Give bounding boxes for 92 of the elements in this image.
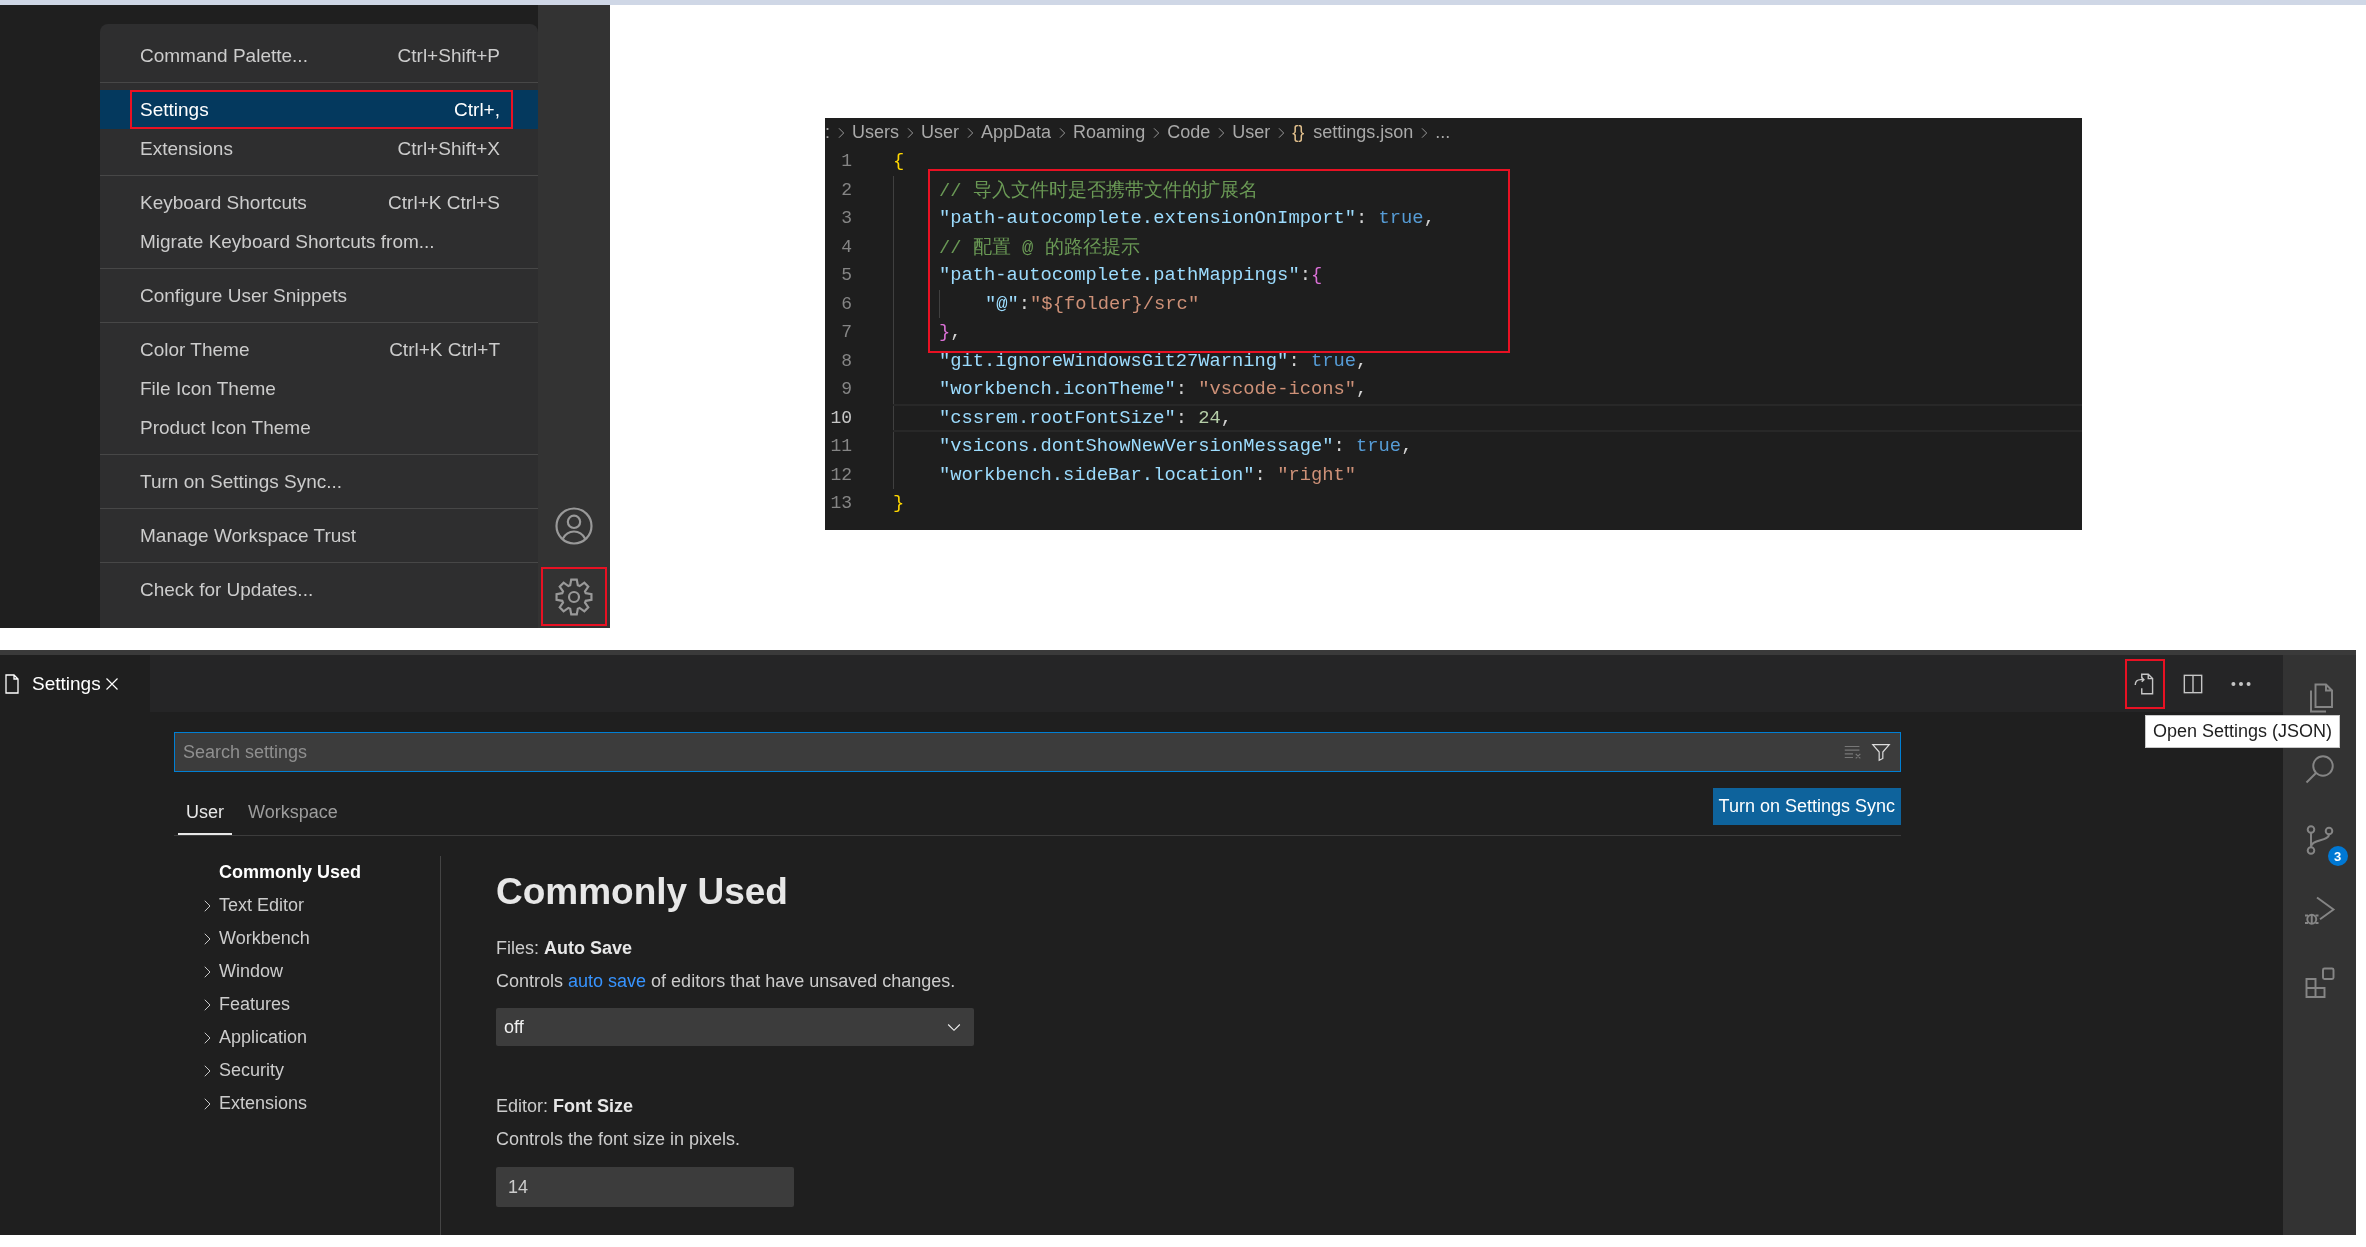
- search-input[interactable]: Search settings: [175, 740, 1842, 764]
- menu-item-label: Turn on Settings Sync...: [140, 470, 343, 493]
- toc-item[interactable]: Window: [219, 961, 284, 982]
- breadcrumb-item[interactable]: Roaming: [1073, 122, 1146, 143]
- menu-item[interactable]: Turn on Settings Sync...: [100, 462, 538, 501]
- toc-item[interactable]: Features: [219, 994, 291, 1015]
- shortcut-text: Ctrl+K Ctrl+S: [388, 191, 500, 214]
- shortcut-text: Ctrl+Shift+P: [397, 44, 500, 67]
- menu-item-label: Settings: [140, 98, 209, 121]
- line-number: 7: [840, 322, 852, 343]
- code-text: "cssrem.rootFontSize": 24,: [939, 406, 1233, 429]
- menu-item[interactable]: Color Theme Ctrl+K Ctrl+T: [100, 330, 538, 369]
- scope-tab[interactable]: User: [178, 802, 232, 835]
- setting-title: Files: Auto Save: [496, 937, 634, 960]
- menu-item[interactable]: Settings Ctrl+,: [100, 90, 538, 129]
- line-number: 1: [840, 151, 852, 172]
- menu-item-label: Product Icon Theme: [140, 416, 311, 439]
- toc-item[interactable]: Text Editor: [219, 895, 305, 916]
- scope-tab[interactable]: Workspace: [240, 802, 346, 835]
- breadcrumb-item[interactable]: AppData: [981, 122, 1052, 143]
- menu-item[interactable]: Manage Workspace Trust: [100, 516, 538, 555]
- toc-item[interactable]: Security: [219, 1060, 285, 1081]
- toc-item[interactable]: Application: [219, 1027, 308, 1048]
- code-text: "@":"${folder}/src": [985, 292, 1200, 315]
- gear-icon[interactable]: [554, 576, 594, 617]
- menu-item-label: Keyboard Shortcuts: [140, 191, 307, 214]
- breadcrumb-item[interactable]: :: [825, 122, 830, 143]
- menu-item-label: Migrate Keyboard Shortcuts from...: [140, 230, 435, 253]
- shortcut-text: Ctrl+Shift+X: [397, 137, 500, 160]
- menu-item-label: Extensions: [140, 137, 233, 160]
- line-number: 13: [829, 493, 852, 514]
- breadcrumb-item[interactable]: User: [1232, 122, 1271, 143]
- line-number: 4: [840, 236, 852, 257]
- setting-description: Controls auto save of editors that have unsaved changes.: [496, 970, 957, 993]
- dropdown[interactable]: off: [496, 1008, 974, 1046]
- input-field[interactable]: 14: [496, 1167, 794, 1207]
- code-text: "vsicons.dontShowNewVersionMessage": true,: [939, 435, 1413, 458]
- line-number: 5: [840, 265, 852, 286]
- setting-description: Controls the font size in pixels.: [496, 1128, 742, 1151]
- breadcrumb-item[interactable]: Code: [1167, 122, 1211, 143]
- menu-item[interactable]: Check for Updates...: [100, 570, 538, 609]
- shortcut-text: Ctrl+K Ctrl+T: [389, 338, 500, 361]
- menu-item[interactable]: Command Palette... Ctrl+Shift+P: [100, 36, 538, 75]
- menu-item[interactable]: File Icon Theme: [100, 369, 538, 408]
- breadcrumb-item[interactable]: User: [921, 122, 960, 143]
- menu-item-label: Configure User Snippets: [140, 284, 347, 307]
- setting-title: Editor: Font Size: [496, 1095, 635, 1118]
- shortcut-text: Ctrl+,: [454, 98, 500, 121]
- toc-item[interactable]: Commonly Used: [219, 862, 362, 883]
- code-text: },: [939, 321, 962, 344]
- link[interactable]: auto save: [568, 971, 647, 991]
- code-text: "git.ignoreWindowsGit27Warning": true,: [939, 349, 1368, 372]
- tooltip: Open Settings (JSON): [2145, 715, 2341, 748]
- json-braces-icon: {}: [1292, 122, 1305, 143]
- search-field[interactable]: Search settings: [174, 732, 1901, 772]
- editor-tab[interactable]: Settings: [0, 655, 150, 712]
- code-text: "path-autocomplete.pathMappings":{: [939, 264, 1323, 287]
- filter-icon[interactable]: [1870, 741, 1892, 763]
- menu-item[interactable]: Product Icon Theme: [100, 408, 538, 447]
- line-number: 8: [840, 350, 852, 371]
- code-text: // 配置 @ 的路径提示: [939, 235, 1140, 260]
- line-number: 10: [829, 407, 852, 428]
- toc-item[interactable]: Workbench: [219, 928, 310, 949]
- line-number: 3: [840, 208, 852, 229]
- breadcrumb-item[interactable]: ...: [1435, 122, 1451, 143]
- breadcrumb-item[interactable]: settings.json: [1313, 122, 1414, 143]
- menu-item[interactable]: Extensions Ctrl+Shift+X: [100, 129, 538, 168]
- account-icon[interactable]: [554, 505, 594, 546]
- code-text: "workbench.sideBar.location": "right": [939, 463, 1357, 486]
- breadcrumb-item[interactable]: Users: [852, 122, 900, 143]
- menu-item[interactable]: Configure User Snippets: [100, 276, 538, 315]
- line-number: 9: [840, 379, 852, 400]
- menu-item-label: File Icon Theme: [140, 377, 276, 400]
- sync-button[interactable]: Turn on Settings Sync: [1712, 788, 1901, 825]
- line-number: 12: [829, 464, 852, 485]
- menu-item-label: Command Palette...: [140, 44, 308, 67]
- code-text: {: [893, 150, 905, 173]
- menu-item[interactable]: Migrate Keyboard Shortcuts from...: [100, 222, 538, 261]
- line-number: 11: [829, 436, 852, 457]
- line-number: 2: [840, 179, 852, 200]
- menu-item-label: Color Theme: [140, 338, 250, 361]
- section-title: Commonly Used: [496, 870, 789, 914]
- menu-item-label: Manage Workspace Trust: [140, 524, 357, 547]
- toc-item[interactable]: Extensions: [219, 1093, 308, 1114]
- badge: 3: [2327, 846, 2348, 866]
- menu-item[interactable]: Keyboard Shortcuts Ctrl+K Ctrl+S: [100, 183, 538, 222]
- line-number: 6: [840, 293, 852, 314]
- code-text: "workbench.iconTheme": "vscode-icons",: [939, 378, 1368, 401]
- code-text: }: [893, 492, 905, 515]
- code-text: "path-autocomplete.extensionOnImport": true,: [939, 207, 1435, 230]
- menu-item-label: Check for Updates...: [140, 578, 314, 601]
- code-text: // 导入文件时是否携带文件的扩展名: [939, 178, 1258, 203]
